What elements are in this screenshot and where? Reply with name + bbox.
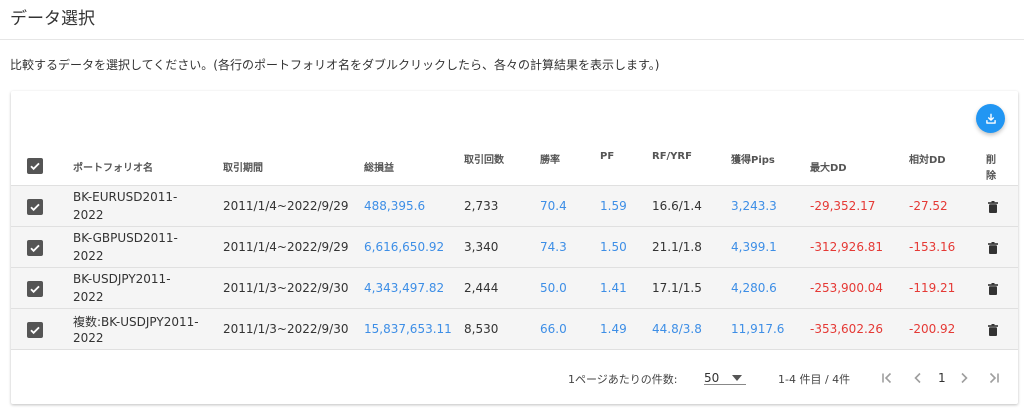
trade-period: 2011/1/4~2022/9/29 (223, 199, 349, 213)
delete-row-button[interactable] (986, 200, 1000, 214)
rf-yrf-value: 21.1/1.8 (652, 240, 702, 254)
next-page-icon (961, 372, 968, 384)
portfolio-name-line2[interactable]: 2022 (73, 208, 104, 222)
table-row[interactable]: BK-GBPUSD2011- 2022 2011/1/4~2022/9/29 6… (11, 227, 1018, 268)
chevron-down-icon (732, 375, 742, 381)
select-all-checkbox[interactable] (27, 158, 43, 174)
header-max-dd[interactable]: 最大DD (810, 159, 847, 174)
trade-period: 2011/1/3~2022/9/30 (223, 281, 349, 295)
portfolio-name[interactable]: BK-USDJPY2011- (73, 272, 171, 286)
table-row[interactable]: BK-EURUSD2011- 2022 2011/1/4~2022/9/29 4… (11, 186, 1018, 227)
header-win-rate[interactable]: 勝率 (540, 151, 560, 166)
table-row[interactable]: BK-USDJPY2011- 2022 2011/1/3~2022/9/30 4… (11, 268, 1018, 309)
relative-dd-value: -27.52 (909, 199, 948, 213)
header-trade-count[interactable]: 取引回数 (464, 151, 504, 166)
win-rate: 70.4 (540, 199, 567, 213)
download-button[interactable] (976, 104, 1005, 133)
delete-row-button[interactable] (986, 241, 1000, 255)
current-page: 1 (938, 371, 946, 385)
header-pips[interactable]: 獲得Pips (731, 151, 775, 166)
first-page-icon (882, 372, 892, 384)
table-footer: 1ページあたりの件数: 50 1-4 件目 / 4件 1 (11, 352, 1018, 404)
title-divider (0, 39, 1024, 40)
relative-dd-value: -200.92 (909, 322, 956, 336)
pips-value: 4,399.1 (731, 240, 777, 254)
per-page-select[interactable]: 50 (704, 361, 746, 385)
first-page-button[interactable] (880, 371, 894, 385)
trade-count: 2,733 (464, 199, 499, 213)
total-pl: 6,616,650.92 (364, 240, 445, 254)
page-title: データ選択 (10, 9, 95, 29)
delete-row-button[interactable] (986, 323, 1000, 337)
pips-value: 11,917.6 (731, 322, 785, 336)
row-checkbox[interactable] (27, 322, 43, 338)
checkbox-checked-icon (30, 285, 40, 294)
pf-value: 1.59 (600, 199, 627, 213)
win-rate: 50.0 (540, 281, 567, 295)
pf-value: 1.49 (600, 322, 627, 336)
trash-icon (988, 242, 998, 254)
total-pl: 4,343,497.82 (364, 281, 445, 295)
trade-count: 3,340 (464, 240, 499, 254)
max-dd-value: -312,926.81 (810, 240, 884, 254)
pips-value: 3,243.3 (731, 199, 777, 213)
header-portfolio-name[interactable]: ポートフォリオ名 (73, 159, 153, 174)
portfolio-name[interactable]: 複数:BK-USDJPY2011- (73, 313, 199, 330)
checkbox-checked-icon (30, 326, 40, 335)
portfolio-name-line2[interactable]: 2022 (73, 331, 104, 345)
rf-yrf-value: 44.8/3.8 (652, 322, 702, 336)
page-range-text: 1-4 件目 / 4件 (778, 373, 851, 386)
table-row[interactable]: 複数:BK-USDJPY2011- 2022 2011/1/3~2022/9/3… (11, 309, 1018, 350)
max-dd-value: -353,602.26 (810, 322, 884, 336)
last-page-icon (989, 372, 999, 384)
delete-row-button[interactable] (986, 282, 1000, 296)
header-relative-dd[interactable]: 相対DD (909, 151, 946, 166)
trash-icon (988, 324, 998, 336)
instructions-text: 比較するデータを選択してください。(各行のポートフォリオ名をダブルクリックしたら… (10, 58, 660, 72)
checkbox-checked-icon (30, 162, 40, 171)
last-page-button[interactable] (987, 371, 1001, 385)
trash-icon (988, 201, 998, 213)
per-page-label: 1ページあたりの件数: (568, 373, 678, 386)
relative-dd-value: -119.21 (909, 281, 956, 295)
relative-dd-value: -153.16 (909, 240, 956, 254)
pips-value: 4,280.6 (731, 281, 777, 295)
rf-yrf-value: 16.6/1.4 (652, 199, 702, 213)
row-checkbox[interactable] (27, 199, 43, 215)
portfolio-name[interactable]: BK-GBPUSD2011- (73, 231, 178, 245)
table-header-row: ポートフォリオ名 取引期間 総損益 取引回数 勝率 PF RF/YRF 獲得Pi… (11, 145, 1018, 186)
checkbox-checked-icon (30, 203, 40, 212)
header-delete-1: 削 (986, 155, 996, 166)
checkbox-checked-icon (30, 244, 40, 253)
header-delete-2: 除 (986, 171, 996, 182)
header-rf-yrf[interactable]: RF/YRF (652, 151, 692, 162)
trash-icon (988, 283, 998, 295)
total-pl: 15,837,653.11 (364, 322, 452, 336)
total-pl: 488,395.6 (364, 199, 426, 213)
header-total-pl[interactable]: 総損益 (364, 159, 394, 174)
next-page-button[interactable] (957, 371, 971, 385)
per-page-value: 50 (704, 371, 720, 385)
trade-period: 2011/1/4~2022/9/29 (223, 240, 349, 254)
portfolio-name-line2[interactable]: 2022 (73, 290, 104, 304)
max-dd-value: -29,352.17 (810, 199, 876, 213)
header-pf[interactable]: PF (600, 151, 614, 162)
max-dd-value: -253,900.04 (810, 281, 884, 295)
pf-value: 1.50 (600, 240, 627, 254)
prev-page-icon (914, 372, 921, 384)
portfolio-name[interactable]: BK-EURUSD2011- (73, 190, 177, 204)
rf-yrf-value: 17.1/1.5 (652, 281, 702, 295)
row-checkbox[interactable] (27, 240, 43, 256)
pf-value: 1.41 (600, 281, 627, 295)
win-rate: 74.3 (540, 240, 567, 254)
prev-page-button[interactable] (911, 371, 925, 385)
trade-period: 2011/1/3~2022/9/30 (223, 322, 349, 336)
row-checkbox[interactable] (27, 281, 43, 297)
trade-count: 2,444 (464, 281, 499, 295)
trade-count: 8,530 (464, 322, 499, 336)
portfolio-name-line2[interactable]: 2022 (73, 249, 104, 263)
header-trade-period[interactable]: 取引期間 (223, 159, 263, 174)
download-icon (985, 113, 996, 124)
win-rate: 66.0 (540, 322, 567, 336)
